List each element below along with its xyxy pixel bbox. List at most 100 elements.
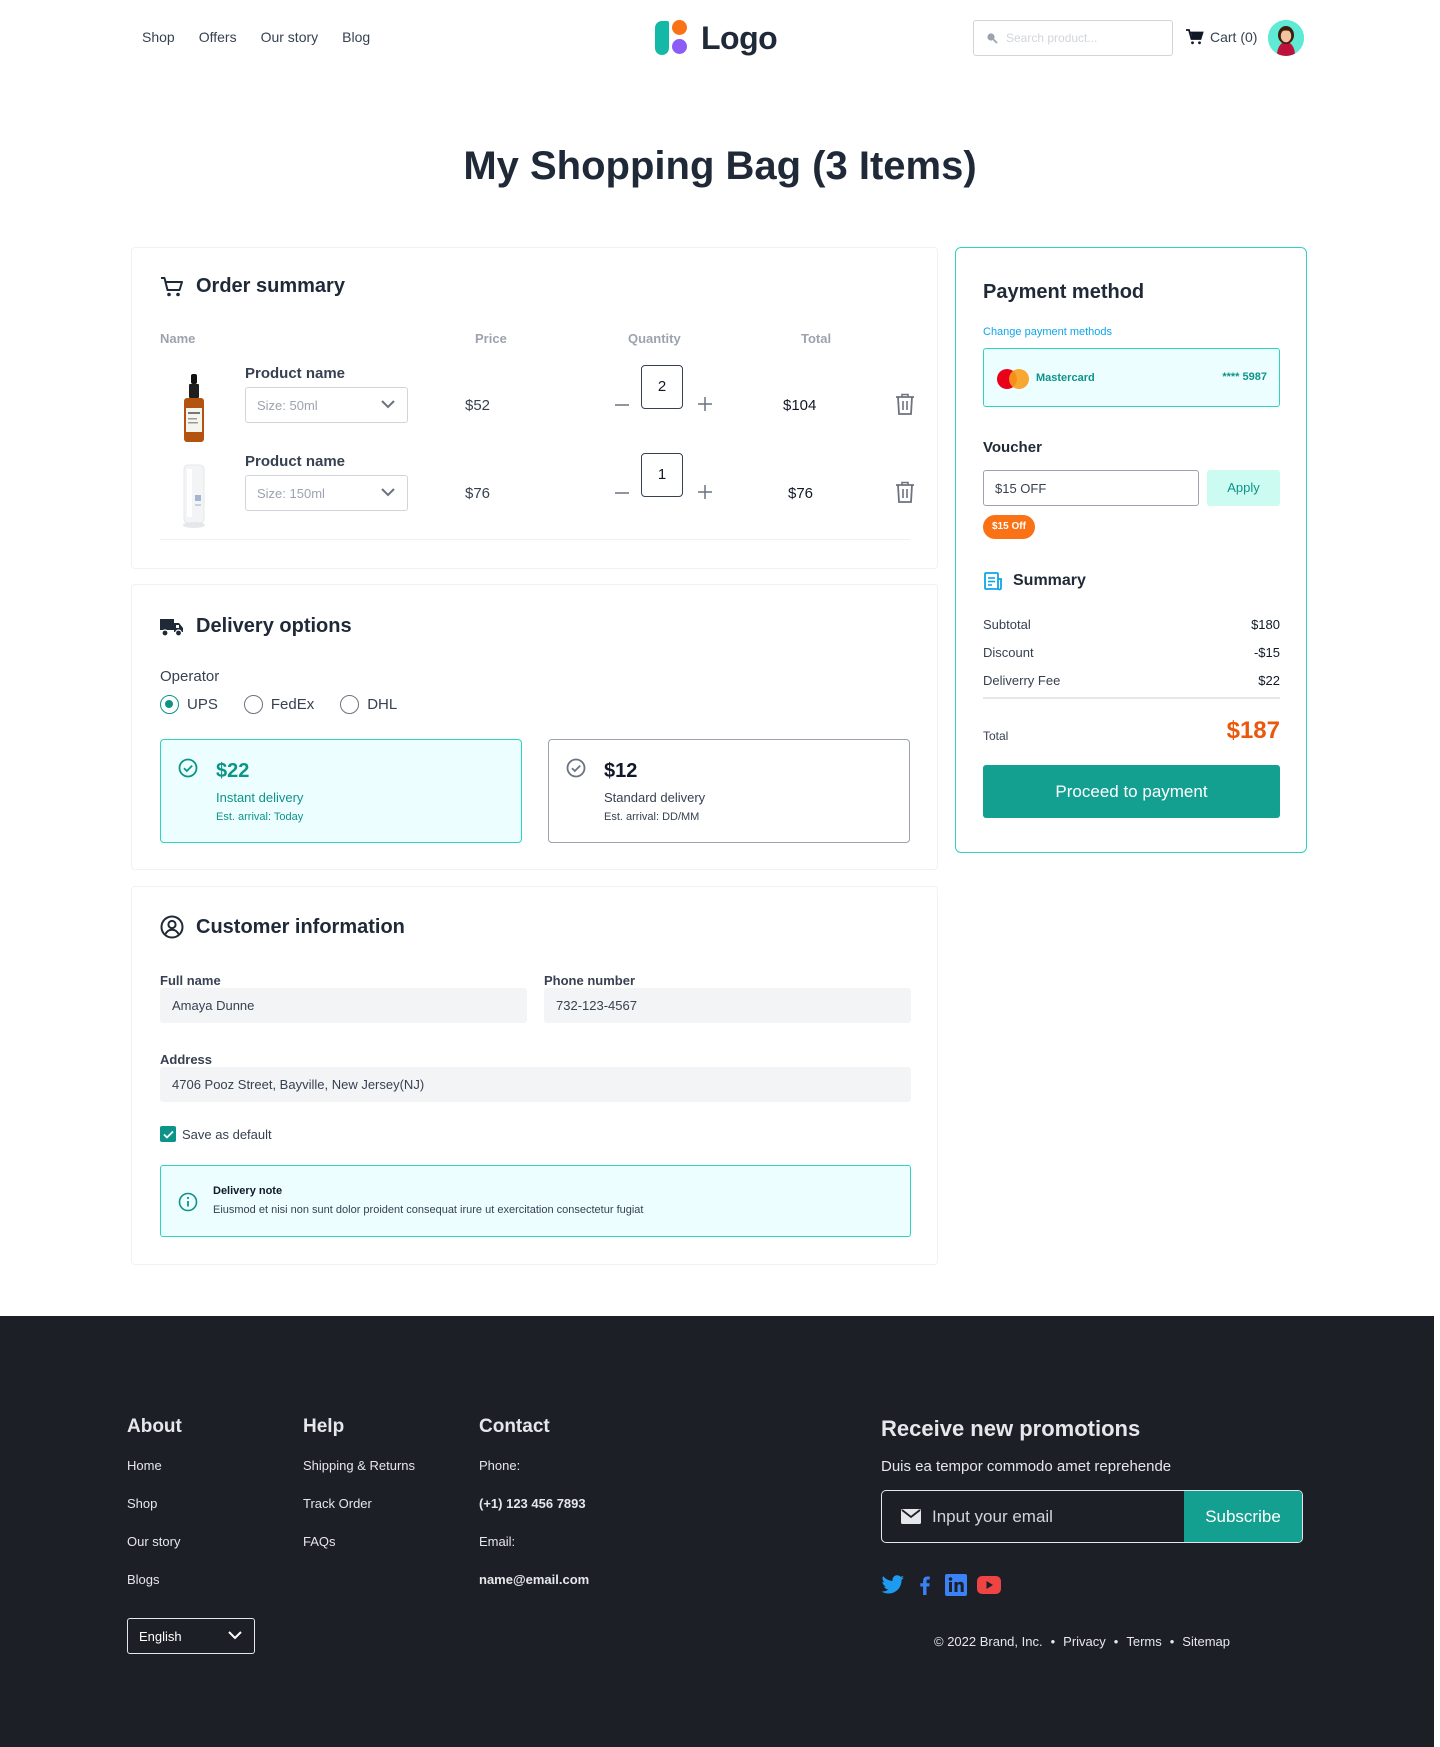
operator-option-ups[interactable]: UPS: [160, 695, 218, 714]
remove-item-button[interactable]: [895, 481, 915, 508]
bullet-separator: •: [1113, 1634, 1119, 1649]
cart-button[interactable]: Cart (0): [1186, 29, 1257, 45]
footer-link-blogs[interactable]: Blogs: [127, 1572, 182, 1610]
footer-email-label: Email:: [479, 1534, 516, 1549]
summary-row-value: $180: [1251, 617, 1280, 632]
linkedin-icon[interactable]: [945, 1574, 967, 1596]
nav-link-shop[interactable]: Shop: [142, 29, 175, 45]
language-select-value: English: [139, 1629, 182, 1644]
footer-link-home[interactable]: Home: [127, 1458, 182, 1496]
search-box[interactable]: [973, 20, 1173, 56]
summary-row-value: -$15: [1253, 645, 1280, 660]
customer-information-card: Customer information Full name Amaya Dun…: [131, 886, 938, 1265]
operator-radio-group: UPS FedEx DHL: [160, 695, 397, 714]
nav-links: Shop Offers Our story Blog: [142, 29, 370, 45]
facebook-icon[interactable]: [915, 1575, 935, 1595]
user-avatar-icon: [1268, 20, 1304, 56]
footer-email[interactable]: name@email.com: [479, 1572, 589, 1610]
footer-link-sitemap[interactable]: Sitemap: [1182, 1634, 1230, 1649]
order-summary-title: Order summary: [196, 275, 345, 297]
delivery-options-heading: Delivery options: [160, 615, 352, 638]
legal-bar: © 2022 Brand, Inc. • Privacy • Terms • S…: [934, 1634, 1230, 1649]
subscribe-button[interactable]: Subscribe: [1184, 1491, 1302, 1542]
change-payment-methods-link[interactable]: Change payment methods: [983, 326, 1112, 338]
quantity-decrease-button[interactable]: [612, 483, 632, 503]
voucher-input[interactable]: $15 OFF: [983, 470, 1199, 506]
footer-phone[interactable]: (+1) 123 456 7893: [479, 1496, 589, 1534]
chevron-down-icon: [228, 1631, 242, 1640]
summary-row-label: Subtotal: [983, 617, 1031, 632]
customer-information-title: Customer information: [196, 915, 405, 938]
radio-unchecked-icon[interactable]: [243, 695, 263, 714]
language-select[interactable]: English: [127, 1618, 255, 1654]
footer-link-shipping-returns[interactable]: Shipping & Returns: [303, 1458, 415, 1496]
checkbox-checked-icon[interactable]: [160, 1126, 176, 1142]
size-select[interactable]: Size: 50ml: [245, 387, 408, 423]
logo-mark-icon: [655, 18, 695, 58]
operator-option-label: DHL: [367, 696, 398, 713]
operator-option-dhl[interactable]: DHL: [340, 695, 397, 714]
youtube-icon[interactable]: [977, 1576, 1001, 1594]
proceed-to-payment-button[interactable]: Proceed to payment: [983, 765, 1280, 818]
nav-link-our-story[interactable]: Our story: [261, 29, 319, 45]
footer-link-terms[interactable]: Terms: [1126, 1634, 1161, 1649]
newsletter-email-input[interactable]: [932, 1506, 1172, 1528]
footer-help-column: Help Shipping & Returns Track Order FAQs: [303, 1416, 415, 1572]
address-field[interactable]: 4706 Pooz Street, Bayville, New Jersey(N…: [160, 1067, 911, 1102]
summary-row-discount: Discount -$15: [983, 645, 1280, 660]
apply-voucher-button[interactable]: Apply: [1207, 470, 1280, 506]
quantity-increase-button[interactable]: [695, 393, 715, 415]
bullet-separator: •: [1050, 1634, 1056, 1649]
bullet-separator: •: [1169, 1634, 1175, 1649]
quantity-input[interactable]: 1: [641, 453, 683, 497]
footer-link-privacy[interactable]: Privacy: [1063, 1634, 1106, 1649]
nav-link-blog[interactable]: Blog: [342, 29, 370, 45]
footer-link-shop[interactable]: Shop: [127, 1496, 182, 1534]
logo-text: Logo: [701, 19, 778, 56]
shipping-option-instant[interactable]: $22 Instant delivery Est. arrival: Today: [160, 739, 522, 843]
total-value: $187: [1226, 717, 1280, 744]
full-name-field[interactable]: Amaya Dunne: [160, 988, 527, 1023]
receipt-icon: [984, 572, 1002, 591]
radio-unchecked-icon[interactable]: [340, 695, 360, 714]
column-header-name: Name: [160, 331, 196, 346]
quantity-decrease-button[interactable]: [612, 395, 632, 415]
save-default-checkbox[interactable]: Save as default: [160, 1126, 272, 1142]
logo[interactable]: Logo: [655, 18, 778, 58]
payment-method-title: Payment method: [983, 281, 1145, 303]
avatar[interactable]: [1268, 20, 1304, 56]
promotions-subtitle: Duis ea tempor commodo amet reprehende: [881, 1458, 1172, 1475]
shipping-eta: Est. arrival: DD/MM: [604, 811, 700, 823]
row-total: $104: [783, 397, 817, 414]
truck-icon: [160, 618, 183, 637]
voucher-badge: $15 Off: [983, 515, 1035, 539]
selected-payment-card[interactable]: Mastercard **** 5987: [983, 348, 1280, 407]
shipping-option-standard[interactable]: $12 Standard delivery Est. arrival: DD/M…: [548, 739, 910, 843]
twitter-icon[interactable]: [881, 1575, 905, 1595]
product-name: Product name: [245, 365, 346, 382]
footer-help-title: Help: [303, 1416, 345, 1437]
nav-link-offers[interactable]: Offers: [199, 29, 237, 45]
info-icon: [178, 1192, 198, 1212]
footer-contact-column: Contact Phone: (+1) 123 456 7893 Email: …: [479, 1416, 589, 1610]
quantity-input[interactable]: 2: [641, 365, 683, 409]
summary-heading: Summary: [983, 571, 1086, 591]
remove-item-button[interactable]: [895, 393, 915, 420]
footer-link-track-order[interactable]: Track Order: [303, 1496, 415, 1534]
size-select[interactable]: Size: 150ml: [245, 475, 408, 511]
order-summary-heading: Order summary: [160, 275, 345, 298]
phone-number-field[interactable]: 732-123-4567: [544, 988, 911, 1023]
product-row: Product name Size: 150ml $76 1 $76: [160, 453, 914, 541]
search-input[interactable]: [1006, 31, 1166, 45]
column-header-total: Total: [801, 331, 832, 346]
divider: [160, 539, 910, 540]
card-number: **** 5987: [1222, 371, 1267, 383]
operator-option-fedex[interactable]: FedEx: [243, 695, 314, 714]
quantity-increase-button[interactable]: [695, 481, 715, 503]
page-title: My Shopping Bag (3 Items): [463, 144, 977, 188]
minus-icon: [615, 404, 629, 406]
footer-link-our-story[interactable]: Our story: [127, 1534, 182, 1572]
footer-link-faqs[interactable]: FAQs: [303, 1534, 415, 1572]
radio-checked-icon[interactable]: [160, 695, 179, 714]
summary-row-value: $22: [1258, 673, 1280, 688]
